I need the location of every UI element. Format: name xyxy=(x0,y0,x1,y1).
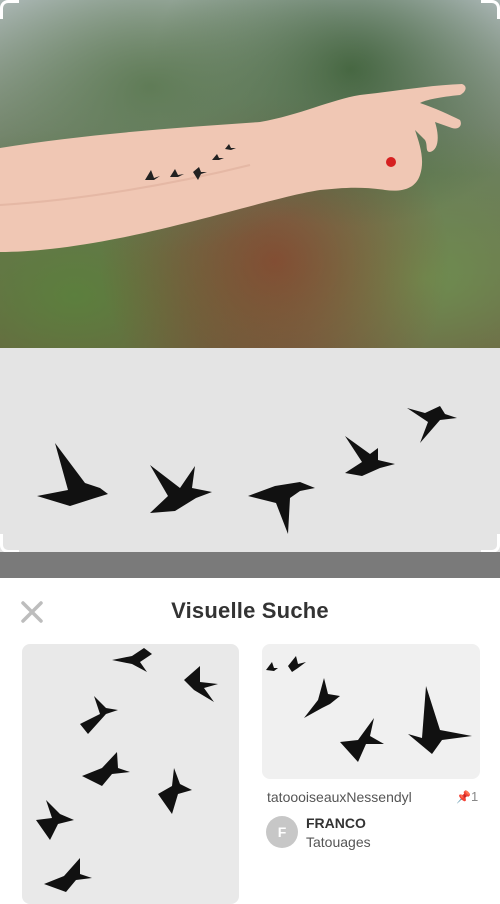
crop-corner-top-right[interactable] xyxy=(481,0,500,19)
avatar[interactable]: F xyxy=(266,816,298,848)
author-name[interactable]: FRANCO xyxy=(306,815,366,831)
board-name[interactable]: Tatouages xyxy=(306,834,371,850)
arm-illustration xyxy=(0,84,466,252)
result-pin-2[interactable] xyxy=(262,644,480,779)
crop-corner-top-left[interactable] xyxy=(0,0,19,19)
result-pin-1[interactable] xyxy=(22,644,239,904)
pin-description[interactable]: tatoooiseauxNessendyl xyxy=(267,789,412,805)
search-image xyxy=(0,0,500,578)
repin-count: 📌1 xyxy=(456,789,478,804)
swallows-image xyxy=(266,656,472,762)
sheet-title: Visuelle Suche xyxy=(171,598,329,623)
crop-corner-bottom-right[interactable] xyxy=(481,534,500,553)
birds-illustration xyxy=(37,406,457,534)
pin-icon: 📌 xyxy=(456,790,471,804)
crop-corner-bottom-left[interactable] xyxy=(0,534,19,553)
bird-stencil xyxy=(0,348,500,552)
repin-count-value: 1 xyxy=(470,789,479,804)
overlay-strip xyxy=(0,552,500,578)
flying-birds-image xyxy=(36,648,218,892)
arm-tattoo-photo xyxy=(0,0,500,348)
